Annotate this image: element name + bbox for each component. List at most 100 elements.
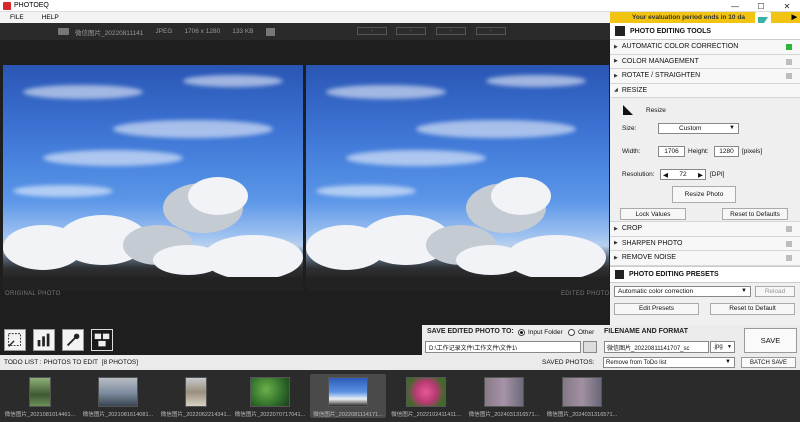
- presets-header: PHOTO EDITING PRESETS: [610, 265, 800, 283]
- thumbnail-image: [484, 377, 524, 407]
- original-photo[interactable]: [3, 65, 303, 291]
- height-input[interactable]: 1280: [714, 146, 739, 157]
- evaluation-text: Your evaluation period ends in 10 da: [632, 14, 745, 21]
- thumbnail-item-selected[interactable]: 微信图片_2022081114171...: [310, 374, 386, 418]
- section-noise[interactable]: ▶ REMOVE NOISE: [610, 251, 800, 266]
- evaluation-banner[interactable]: Your evaluation period ends in 10 da ▶: [610, 12, 800, 23]
- lock-values-button[interactable]: Lock Values: [620, 208, 686, 220]
- section-sharpen[interactable]: ▶ SHARPEN PHOTO: [610, 236, 800, 251]
- view-button-4[interactable]: -: [476, 27, 506, 35]
- saved-photos-select[interactable]: Remove from ToDo list ▼: [603, 357, 735, 368]
- resolution-value: 72: [679, 171, 687, 178]
- presets-icon: [615, 269, 624, 279]
- thumbnail-item[interactable]: 微信图片_2024031316571...: [544, 374, 620, 418]
- format-value: .jpg: [713, 344, 723, 350]
- section-active-indicator[interactable]: [786, 58, 792, 65]
- original-photo-label: ORIGINAL PHOTO: [5, 291, 61, 297]
- batch-save-button[interactable]: BATCH SAVE: [741, 357, 796, 368]
- resize-title: Resize: [646, 107, 666, 114]
- input-folder-label: Input Folder: [528, 329, 563, 336]
- menu-help[interactable]: HELP: [42, 14, 59, 21]
- thumbnail-item[interactable]: 微信图片_2021081614081...: [80, 374, 156, 418]
- decrement-icon[interactable]: ◀: [663, 171, 668, 179]
- view-button-2[interactable]: -: [396, 27, 426, 35]
- section-active-indicator[interactable]: [786, 44, 792, 50]
- other-folder-label: Other: [578, 329, 595, 336]
- format-select[interactable]: .jpg ▼: [710, 341, 735, 353]
- increment-icon[interactable]: ▶: [698, 171, 703, 179]
- thumbnail-image: [562, 377, 602, 407]
- todo-bar: TODO LIST : PHOTOS TO EDIT [8 PHOTOS] SA…: [0, 355, 800, 370]
- section-label: RESIZE: [621, 86, 648, 94]
- edit-presets-button[interactable]: Edit Presets: [614, 302, 699, 315]
- menu-file[interactable]: FILE: [10, 14, 24, 21]
- section-label: SHARPEN PHOTO: [621, 239, 683, 247]
- photo-format: JPEG: [155, 28, 173, 35]
- resize-controls: Resize Size: Custom ▼ Width: 1706 Height…: [610, 98, 800, 222]
- photo-dimensions: 1706 x 1280: [184, 28, 221, 35]
- thumbnail-item[interactable]: 微信图片_2022102411411...: [388, 374, 464, 418]
- app-logo-icon: [3, 1, 11, 10]
- size-select[interactable]: Custom ▼: [658, 123, 739, 134]
- chevron-down-icon: ▼: [741, 287, 747, 294]
- width-input[interactable]: 1706: [658, 146, 685, 157]
- compare-tool-icon[interactable]: [91, 329, 113, 351]
- input-folder-radio[interactable]: [518, 329, 525, 336]
- view-button-1[interactable]: -: [357, 27, 387, 35]
- select-tool-icon[interactable]: [4, 329, 26, 351]
- section-active-indicator[interactable]: [786, 255, 792, 261]
- other-folder-radio[interactable]: [568, 329, 575, 336]
- section-rotate[interactable]: ▶ ROTATE / STRAIGHTEN: [610, 69, 800, 84]
- resize-photo-button[interactable]: Resize Photo: [672, 186, 736, 203]
- save-button[interactable]: SAVE: [744, 328, 797, 353]
- section-active-indicator[interactable]: [786, 73, 792, 79]
- section-active-indicator[interactable]: [786, 226, 792, 232]
- reload-button[interactable]: Reload: [755, 285, 795, 297]
- thumbnail-caption: 微信图片_2021081614081...: [82, 412, 154, 418]
- floppy-icon: [265, 27, 275, 36]
- section-active-indicator[interactable]: [786, 240, 792, 247]
- thumbnail-item[interactable]: 微信图片_2021081014461...: [2, 374, 78, 418]
- thumbnail-caption: 微信图片_2022081114171...: [313, 412, 383, 418]
- edited-photo[interactable]: [306, 65, 609, 291]
- banner-arrow-icon[interactable]: ▶: [792, 13, 797, 21]
- saved-option-value: Remove from ToDo list: [606, 359, 667, 366]
- resize-icon: [622, 104, 634, 116]
- filename-input[interactable]: 微信图片_20220811141707_sc: [604, 341, 709, 353]
- app-title: PHOTOEQ: [14, 2, 49, 9]
- todo-label: TODO LIST : PHOTOS TO EDIT [8 PHOTOS]: [4, 359, 139, 366]
- section-resize[interactable]: ◢ RESIZE: [610, 83, 800, 98]
- save-path-input[interactable]: D:\工作记录文件\工作文件\文件1\: [425, 341, 581, 353]
- reset-defaults-button[interactable]: Reset to Defaults: [722, 208, 788, 220]
- photo-filename: 微信图片_20220811141: [75, 29, 144, 37]
- thumbnail-item[interactable]: 微信图片_2024031316571...: [466, 374, 542, 418]
- thumbnail-item[interactable]: 微信图片_2022070717041...: [232, 374, 308, 418]
- section-label: ROTATE / STRAIGHTEN: [621, 72, 701, 80]
- levels-tool-icon[interactable]: [33, 329, 55, 351]
- section-label: REMOVE NOISE: [621, 254, 676, 262]
- thumbnail-caption: 微信图片_2024031316571...: [468, 412, 540, 418]
- folder-icon[interactable]: [583, 341, 597, 353]
- maximize-button[interactable]: ☐: [748, 0, 774, 12]
- view-button-3[interactable]: -: [436, 27, 466, 35]
- presets-title: PHOTO EDITING PRESETS: [629, 270, 719, 278]
- width-label: Width:: [622, 148, 641, 155]
- minimize-button[interactable]: —: [722, 0, 748, 12]
- section-crop[interactable]: ▶ CROP: [610, 222, 800, 237]
- reset-default-button[interactable]: Reset to Default: [710, 302, 795, 315]
- chevron-down-icon: ▼: [727, 344, 732, 350]
- close-button[interactable]: ✕: [774, 0, 800, 12]
- thumbnail-strip: 微信图片_2021081014461... 微信图片_2021081614081…: [0, 370, 800, 422]
- resolution-label: Resolution:: [622, 171, 655, 178]
- thumbnail-item[interactable]: 微信图片_2022062214341...: [158, 374, 234, 418]
- section-auto-color[interactable]: ▶ AUTOMATIC COLOR CORRECTION: [610, 40, 800, 55]
- section-color-management[interactable]: ▶ COLOR MANAGEMENT: [610, 54, 800, 69]
- size-value: Custom: [679, 125, 702, 132]
- expand-arrow-icon: ▶: [614, 43, 618, 50]
- eyedropper-tool-icon[interactable]: [62, 329, 84, 351]
- camera-icon: [58, 28, 69, 35]
- save-to-label: SAVE EDITED PHOTO TO:: [427, 328, 514, 335]
- resolution-stepper[interactable]: ◀ 72 ▶: [660, 169, 706, 180]
- presets-select[interactable]: Automatic color correction ▼: [614, 285, 751, 297]
- photo-size: 133 KB: [232, 28, 254, 35]
